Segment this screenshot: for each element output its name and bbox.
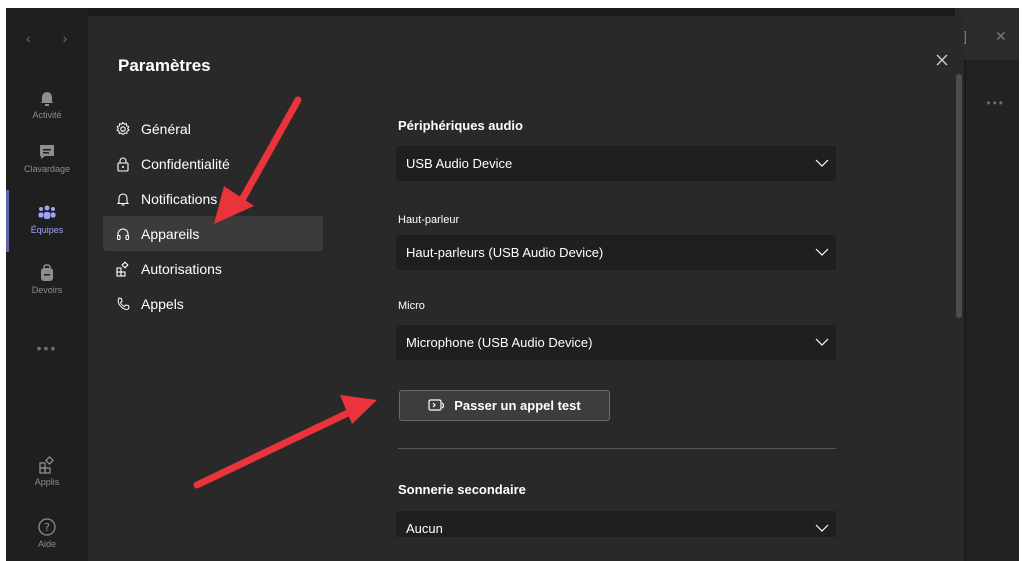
audio-section-title: Périphériques audio: [398, 118, 523, 133]
dropdown-value: Microphone (USB Audio Device): [406, 335, 593, 350]
menu-item-confidentialite[interactable]: Confidentialité: [103, 146, 323, 181]
backpack-icon: [41, 264, 53, 281]
chevron-down-icon: [815, 338, 829, 346]
apps-icon: [39, 456, 54, 474]
rail-item-clavardage[interactable]: Clavardage: [6, 142, 88, 174]
menu-item-label: Autorisations: [141, 260, 222, 277]
chevron-down-icon: [815, 248, 829, 256]
test-call-button[interactable]: Passer un appel test: [399, 390, 610, 421]
teams-window: ‹ › Activité Clavardage Équipes Devoirs …: [6, 8, 1019, 561]
secondary-ring-dropdown[interactable]: Aucun: [396, 511, 836, 537]
close-icon[interactable]: [934, 52, 950, 68]
dropdown-value: Aucun: [406, 521, 443, 536]
menu-item-appareils[interactable]: Appareils: [103, 216, 323, 251]
rail-item-label: Équipes: [30, 225, 64, 235]
test-call-icon: [428, 398, 445, 411]
menu-item-notifications[interactable]: Notifications: [103, 181, 323, 216]
bell-icon: [41, 92, 53, 106]
rail-item-devoirs[interactable]: Devoirs: [6, 263, 88, 295]
rail-item-equipes[interactable]: Équipes: [6, 203, 88, 235]
rail-item-label: Aide: [37, 539, 56, 549]
headset-icon: [116, 228, 130, 240]
gear-icon: [116, 121, 130, 135]
background-content: [966, 60, 1019, 561]
svg-text:?: ?: [44, 521, 50, 534]
rail-item-aide[interactable]: ? Aide: [6, 517, 88, 549]
speaker-dropdown[interactable]: Haut-parleurs (USB Audio Device): [396, 235, 836, 270]
lock-icon: [117, 157, 129, 172]
settings-dialog: Paramètres Général Confidentialité Notif…: [88, 16, 964, 561]
settings-menu: Général Confidentialité Notifications Ap…: [103, 111, 323, 321]
menu-item-label: Notifications: [141, 190, 218, 207]
window-controls: ] ✕: [955, 8, 1019, 60]
mic-dropdown[interactable]: Microphone (USB Audio Device): [396, 325, 836, 360]
menu-item-general[interactable]: Général: [103, 111, 323, 146]
chat-icon: [40, 145, 54, 159]
rail-item-activite[interactable]: Activité: [6, 88, 88, 120]
mic-label: Micro: [398, 300, 425, 312]
dialog-title: Paramètres: [118, 56, 211, 75]
rail-item-label: Activité: [32, 110, 62, 120]
close-window-icon[interactable]: ✕: [995, 28, 1007, 45]
menu-item-label: Confidentialité: [141, 155, 230, 172]
menu-item-label: Appels: [141, 295, 184, 312]
scrollbar-thumb[interactable]: [956, 74, 962, 318]
menu-item-autorisations[interactable]: Autorisations: [103, 251, 323, 286]
chevron-down-icon: [815, 159, 829, 167]
history-nav-arrows[interactable]: ‹ ›: [26, 30, 81, 46]
menu-item-label: Général: [141, 120, 191, 137]
section-divider: [398, 448, 836, 449]
rail-more-button[interactable]: •••: [6, 340, 88, 356]
speaker-label: Haut-parleur: [398, 214, 460, 226]
help-icon: ?: [38, 518, 56, 536]
rail-item-label: Clavardage: [23, 164, 71, 174]
chevron-down-icon: [815, 524, 829, 532]
menu-item-label: Appareils: [141, 225, 200, 242]
menu-item-appels[interactable]: Appels: [103, 286, 323, 321]
audio-device-dropdown[interactable]: USB Audio Device: [396, 146, 836, 181]
phone-icon: [117, 296, 130, 310]
settings-content: Périphériques audio USB Audio Device Hau…: [386, 16, 836, 561]
test-call-label: Passer un appel test: [454, 398, 581, 413]
dropdown-value: Haut-parleurs (USB Audio Device): [406, 245, 604, 260]
scrollbar[interactable]: [956, 74, 962, 318]
bell-icon: [116, 192, 130, 206]
more-options-icon[interactable]: •••: [986, 96, 1005, 110]
dropdown-value: USB Audio Device: [406, 156, 513, 171]
rail-item-label: Applis: [34, 477, 60, 487]
rail-item-applis[interactable]: Applis: [6, 455, 88, 487]
secondary-ring-title: Sonnerie secondaire: [398, 482, 526, 497]
rail-item-label: Devoirs: [31, 285, 63, 295]
apps-icon: [116, 260, 129, 277]
teams-icon: [38, 205, 56, 219]
app-rail: ‹ › Activité Clavardage Équipes Devoirs …: [6, 8, 88, 561]
